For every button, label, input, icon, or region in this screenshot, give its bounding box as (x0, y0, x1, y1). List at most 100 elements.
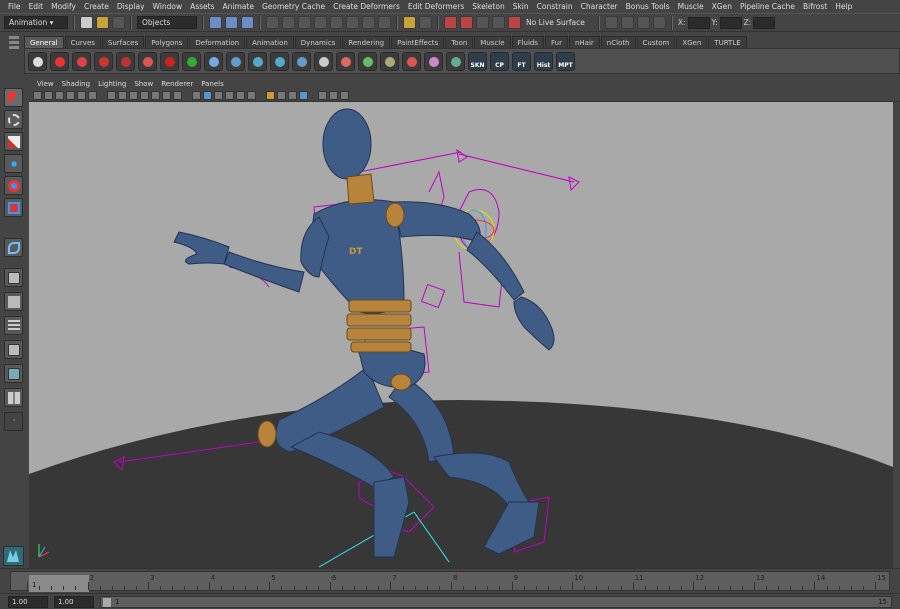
shelf-tab[interactable]: Muscle (474, 36, 511, 48)
ipr-render-icon[interactable] (620, 16, 634, 29)
menu-item[interactable]: Bifrost (799, 2, 831, 11)
snap-view-plane-icon[interactable] (492, 16, 505, 29)
mask-dynamics-icon[interactable] (346, 16, 359, 29)
range-handle[interactable] (103, 597, 111, 607)
menu-item[interactable]: File (4, 2, 25, 11)
menu-item[interactable]: Display (113, 2, 149, 11)
perspective-viewport[interactable]: DT (29, 102, 893, 568)
shelf-aim-icon[interactable] (380, 51, 399, 71)
menu-item[interactable]: Pipeline Cache (736, 2, 799, 11)
layout-graph[interactable] (4, 340, 23, 359)
snap-curve-icon[interactable] (460, 16, 473, 29)
shelf-wire-icon[interactable] (160, 51, 179, 71)
shelf-ik-icon[interactable] (248, 51, 267, 71)
shelf-cluster-icon[interactable] (72, 51, 91, 71)
motion-blur-icon[interactable] (277, 90, 286, 100)
shelf-sculpt-icon[interactable] (182, 51, 201, 71)
hypershade-icon[interactable] (652, 16, 666, 29)
select-object-icon[interactable] (225, 16, 238, 29)
save-scene-icon[interactable] (112, 16, 125, 29)
highlight-selection-icon[interactable] (419, 16, 432, 29)
viewport-menu-item[interactable]: Renderer (157, 80, 197, 88)
xray-icon[interactable] (329, 90, 338, 100)
image-plane-icon[interactable] (66, 90, 75, 100)
lasso-tool[interactable] (4, 110, 23, 129)
mask-joints-icon[interactable] (282, 16, 295, 29)
shelf-wrap-icon[interactable] (138, 51, 157, 71)
shelf-tab[interactable]: nCloth (600, 36, 636, 48)
layout-four-view[interactable] (4, 292, 23, 311)
bookmarks-icon[interactable] (55, 90, 64, 100)
safe-title-icon[interactable] (173, 90, 182, 100)
menu-item[interactable]: Skin (509, 2, 533, 11)
menu-item[interactable]: Bonus Tools (622, 2, 674, 11)
range-slider[interactable]: 1 15 (100, 595, 892, 608)
wireframe-icon[interactable] (192, 90, 201, 100)
menu-item[interactable]: Geometry Cache (258, 2, 329, 11)
menu-item[interactable]: Create Deformers (329, 2, 404, 11)
viewport-menu-item[interactable]: Lighting (94, 80, 130, 88)
shelf-tab[interactable]: Fluids (511, 36, 544, 48)
mask-deformers-icon[interactable] (330, 16, 343, 29)
layout-split[interactable] (4, 388, 23, 407)
grid-toggle-icon[interactable] (107, 90, 116, 100)
shelf-tab[interactable]: TURTLE (708, 36, 747, 48)
y-field[interactable] (719, 16, 742, 29)
layout-hypershade[interactable] (4, 364, 23, 383)
viewport-menu-item[interactable]: View (33, 80, 58, 88)
shelf-tab[interactable]: Rendering (342, 36, 391, 48)
shelf-tab[interactable]: Dynamics (294, 36, 342, 48)
menu-set-dropdown[interactable]: Animation ▾ (4, 16, 68, 29)
anti-aliasing-icon[interactable] (288, 90, 297, 100)
z-field[interactable] (753, 16, 776, 29)
shelf-render-icon[interactable] (28, 51, 47, 71)
time-slider[interactable]: 1 2 3 4 5 6 7 8 9 10 11 12 13 14 15 (0, 568, 900, 592)
gate-mask-icon[interactable] (140, 90, 149, 100)
menu-item[interactable]: Animate (219, 2, 258, 11)
make-live-icon[interactable] (508, 16, 521, 29)
mask-misc-icon[interactable] (378, 16, 391, 29)
film-gate-icon[interactable] (118, 90, 127, 100)
shelf-sphere-icon[interactable] (204, 51, 223, 71)
shelf-skn-button[interactable]: SKN (468, 51, 487, 71)
menu-item[interactable]: Create (80, 2, 113, 11)
shelf-paint-weights-icon[interactable] (292, 51, 311, 71)
menu-item[interactable]: XGen (708, 2, 736, 11)
menu-item[interactable]: Window (149, 2, 187, 11)
snap-point-icon[interactable] (476, 16, 489, 29)
safe-action-icon[interactable] (162, 90, 171, 100)
shelf-cp-button[interactable]: CP (490, 51, 509, 71)
shelf-tab[interactable]: Curves (64, 36, 101, 48)
shelf-hist-button[interactable]: Hist (534, 51, 553, 71)
shelf-script-icon[interactable] (314, 51, 333, 71)
2d-pan-icon[interactable] (77, 90, 86, 100)
shelf-locator-icon[interactable] (424, 51, 443, 71)
isolate-select-icon[interactable] (318, 90, 327, 100)
menu-item[interactable]: Character (577, 2, 622, 11)
shelf-tab[interactable]: Deformation (189, 36, 246, 48)
camera-attributes-icon[interactable] (44, 90, 53, 100)
shelf-tab[interactable]: Animation (246, 36, 294, 48)
current-frame-marker[interactable]: 1 (29, 575, 89, 592)
shadows-icon[interactable] (247, 90, 256, 100)
menu-item[interactable]: Constrain (533, 2, 577, 11)
shelf-joint-icon[interactable] (226, 51, 245, 71)
menu-item[interactable]: Modify (47, 2, 80, 11)
move-tool[interactable] (4, 154, 23, 173)
resolution-gate-icon[interactable] (129, 90, 138, 100)
field-chart-icon[interactable] (151, 90, 160, 100)
shelf-lattice-icon[interactable] (94, 51, 113, 71)
grease-pencil-icon[interactable] (88, 90, 97, 100)
xray-joints-icon[interactable] (340, 90, 349, 100)
wireframe-on-shaded-icon[interactable] (214, 90, 223, 100)
shelf-ft-button[interactable]: FT (512, 51, 531, 71)
smooth-shade-icon[interactable] (203, 90, 212, 100)
scale-tool[interactable] (4, 198, 23, 217)
shelf-tab[interactable]: Toon (445, 36, 474, 48)
ambient-occlusion-icon[interactable] (266, 90, 275, 100)
layout-more[interactable]: · (4, 412, 23, 431)
mask-rendering-icon[interactable] (362, 16, 375, 29)
layout-single-view[interactable] (4, 268, 23, 287)
menu-item[interactable]: Help (831, 2, 856, 11)
select-hierarchy-icon[interactable] (209, 16, 222, 29)
